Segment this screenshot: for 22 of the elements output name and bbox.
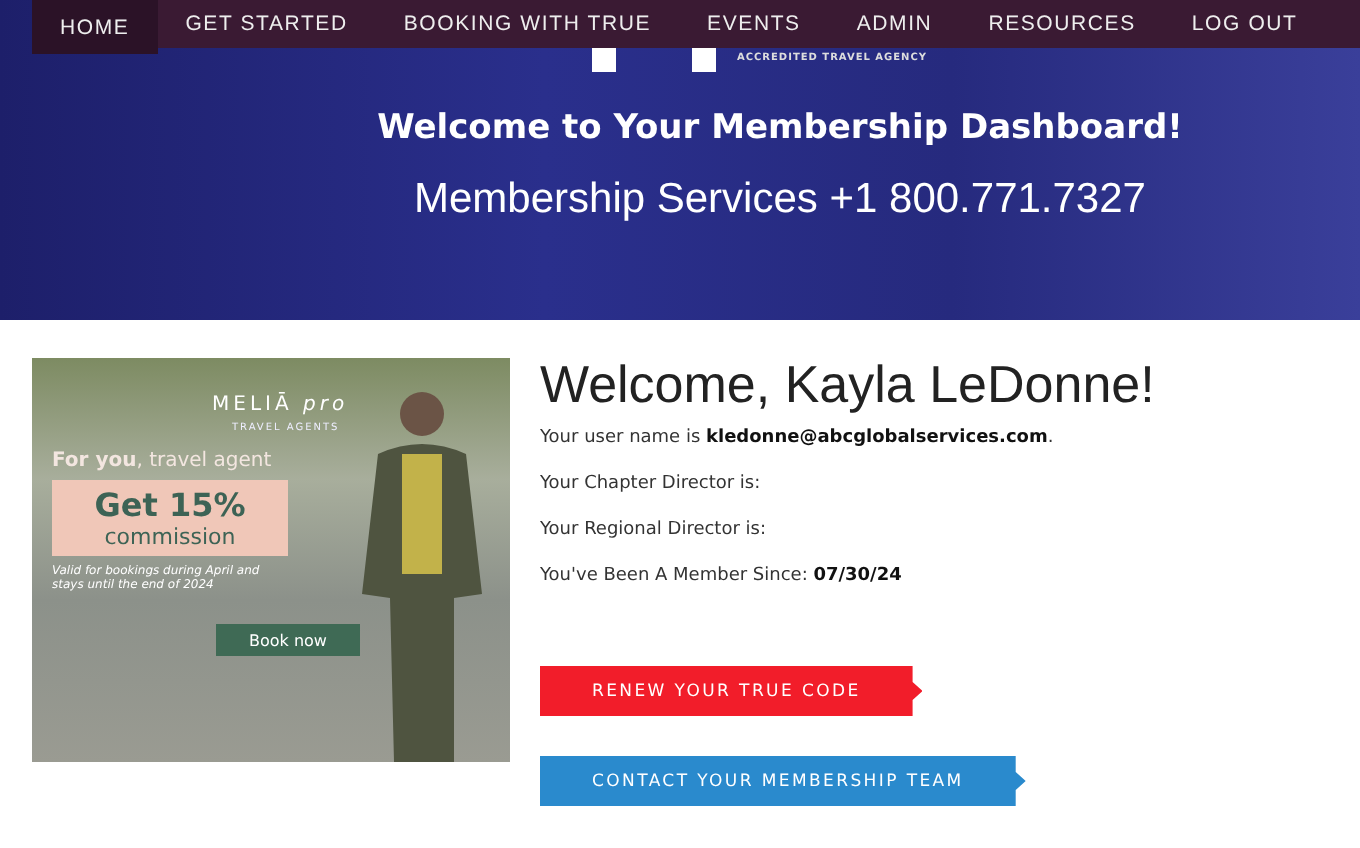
welcome-title: Welcome, Kayla LeDonne! [540,354,1155,416]
logo-icon [592,48,717,72]
offer-text: Get 15% [94,486,246,524]
renew-button[interactable]: RENEW YOUR TRUE CODE [540,666,923,716]
account-info-line: Your Chapter Director is: [540,474,763,494]
ad-brand: MELIĀ pro [212,394,351,416]
book-now-button[interactable]: Book now [216,624,360,656]
nav-link[interactable]: RESOURCES [960,0,1164,48]
hero-phone: Membership Services +1 800.771.7327 [414,176,1146,224]
nav-link[interactable]: HOME [32,0,158,54]
account-info-line: Your Regional Director is: [540,520,768,540]
contact-button[interactable]: CONTACT YOUR MEMBERSHIP TEAM [540,756,1026,806]
nav-link[interactable]: LOG OUT [1163,0,1326,48]
hero-title: Welcome to Your Membership Dashboard! [377,108,1183,148]
ad-headline: For you, travel agent [52,450,274,472]
account-info-line: Your user name is kledonne@abcglobalservices.com. [540,428,1056,448]
nav-link[interactable]: EVENTS [679,0,829,48]
nav-link[interactable]: BOOKING WITH TRUE [375,0,680,48]
nav-link[interactable]: ADMIN [828,0,961,48]
nav-link[interactable]: GET STARTED [157,0,376,48]
offer-subtext: commission [104,524,236,550]
account-info-line: You've Been A Member Since: 07/30/24 [540,566,904,586]
